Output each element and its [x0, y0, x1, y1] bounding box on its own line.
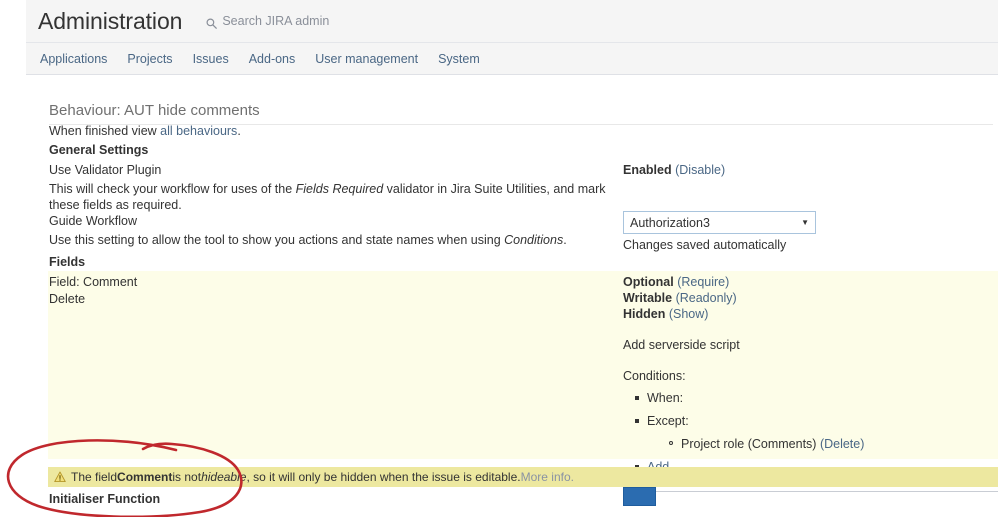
field-require-link[interactable]: (Require)	[677, 275, 729, 289]
guide-workflow-selected-value: Authorization3	[630, 215, 710, 230]
nav-item-issues[interactable]: Issues	[183, 52, 239, 66]
guide-desc-emphasis: Conditions	[504, 233, 564, 247]
when-finished-prefix: When finished view	[49, 124, 161, 138]
field-state-writable: Writable	[623, 291, 673, 305]
general-settings-heading: General Settings	[49, 143, 149, 157]
validator-disable-link[interactable]: (Disable)	[675, 163, 725, 177]
field-state-optional-row: Optional (Require)	[623, 275, 729, 289]
condition-except: Except: Project role (Comments) (Delete)	[634, 414, 864, 451]
validator-desc-part1: This will check your workflow for uses o…	[49, 182, 296, 196]
use-validator-plugin-description: This will check your workflow for uses o…	[49, 181, 609, 213]
warning-text-part3: , so it will only be hidden when the iss…	[246, 470, 521, 484]
add-serverside-script-link[interactable]: Add serverside script	[623, 338, 740, 352]
admin-nav-bar: Applications Projects Issues Add-ons Use…	[26, 42, 998, 75]
initialiser-edit-button[interactable]	[623, 487, 656, 506]
search-placeholder-label: Search JIRA admin	[222, 14, 330, 28]
bottom-divider	[656, 491, 998, 492]
condition-except-label: Except:	[647, 414, 689, 428]
field-show-link[interactable]: (Show)	[669, 307, 709, 321]
field-state-hidden: Hidden	[623, 307, 666, 321]
hideable-warning-banner: The field Comment is not hideable, so it…	[48, 467, 998, 487]
guide-workflow-description: Use this setting to allow the tool to sh…	[49, 232, 609, 248]
all-behaviours-link[interactable]: all behaviours	[160, 124, 237, 138]
condition-project-role-label: Project role (Comments)	[681, 437, 820, 451]
guide-desc-part1: Use this setting to allow the tool to sh…	[49, 233, 505, 247]
field-state-hidden-row: Hidden (Show)	[623, 307, 708, 321]
field-state-optional: Optional	[623, 275, 674, 289]
nav-item-user-management[interactable]: User management	[305, 52, 428, 66]
validator-status-row: Enabled (Disable)	[623, 163, 725, 177]
warning-hideable-emphasis: hideable	[201, 470, 247, 484]
nav-item-add-ons[interactable]: Add-ons	[239, 52, 306, 66]
changes-saved-note: Changes saved automatically	[623, 238, 787, 252]
validator-status-badge: Enabled	[623, 163, 672, 177]
field-readonly-link[interactable]: (Readonly)	[676, 291, 737, 305]
field-comment-label: Field: Comment	[49, 275, 138, 289]
when-finished-line: When finished view all behaviours.	[49, 124, 241, 138]
search-icon	[206, 17, 218, 29]
conditions-label: Conditions:	[623, 369, 686, 383]
guide-workflow-label: Guide Workflow	[49, 214, 137, 228]
guide-desc-part2: .	[563, 233, 567, 247]
nav-item-applications[interactable]: Applications	[30, 52, 117, 66]
warning-more-info-link[interactable]: More info.	[521, 470, 574, 484]
warning-field-name: Comment	[117, 470, 173, 484]
nav-item-projects[interactable]: Projects	[117, 52, 182, 66]
initialiser-function-heading: Initialiser Function	[49, 492, 161, 506]
chevron-down-icon: ▼	[801, 217, 809, 227]
condition-when: When:	[634, 391, 864, 405]
warning-triangle-icon	[54, 471, 66, 483]
search-input[interactable]: Search JIRA admin	[206, 14, 330, 29]
condition-project-role-delete-link[interactable]: (Delete)	[820, 437, 864, 451]
page-title: Administration	[38, 7, 183, 34]
warning-text-part2: is not	[172, 470, 202, 484]
validator-desc-emphasis: Fields Required	[295, 182, 384, 196]
field-state-writable-row: Writable (Readonly)	[623, 291, 737, 305]
use-validator-plugin-label: Use Validator Plugin	[49, 163, 162, 177]
nav-item-system[interactable]: System	[428, 52, 490, 66]
condition-except-children: Project role (Comments) (Delete)	[647, 437, 864, 451]
field-delete-link[interactable]: Delete	[49, 292, 85, 306]
behaviour-heading: Behaviour: AUT hide comments	[49, 102, 260, 119]
fields-heading: Fields	[49, 255, 86, 269]
when-finished-suffix: .	[237, 124, 241, 138]
warning-text-part1: The field	[71, 470, 118, 484]
guide-workflow-select[interactable]: Authorization3 ▼	[623, 211, 816, 234]
condition-project-role: Project role (Comments) (Delete)	[668, 437, 864, 451]
admin-header: Administration Search JIRA admin	[26, 0, 998, 42]
condition-when-label: When:	[647, 391, 684, 405]
